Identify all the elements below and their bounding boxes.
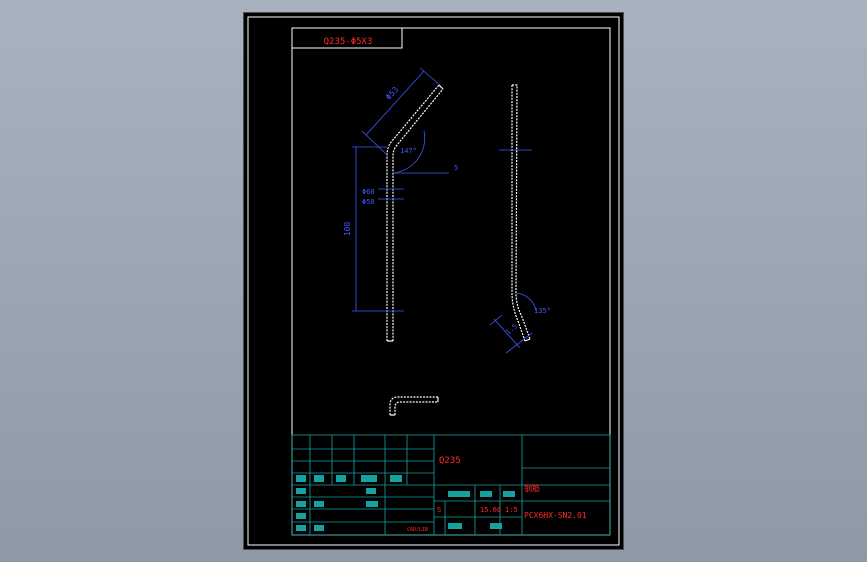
dim-width-a: Φ60 [362,188,375,196]
main-bar [386,84,444,342]
scale-cell-1: S [437,506,441,514]
dim-width-b: Φ50 [362,198,375,206]
dim-side-angle: 135° [534,307,551,315]
scale-cell-3: 15.60 [480,506,501,514]
title-block-glyphs [296,475,515,531]
material-text: Q235 [439,456,461,466]
part-label: Q235-Φ5X3 [324,37,373,47]
side-bar [511,84,531,342]
small-label-text: CAD/LIB [407,527,428,533]
dim-right-offset: 5 [454,164,458,172]
dim-side-small: 1.5 [504,322,519,336]
outer-border [247,16,620,546]
top-view-piece [389,396,439,416]
cad-drawing: Q235-Φ5X3 Φ53 147° 5 Φ60 Φ50 100 135° 1.… [247,16,620,546]
drawing-sheet: Q235-Φ5X3 Φ53 147° 5 Φ60 Φ50 100 135° 1.… [244,13,623,549]
title-block [291,434,611,536]
dim-vertical-length: 100 [343,222,352,237]
drawing-number-text: PCX6HX-SN2.01 [524,511,587,520]
dim-bend-angle: 147° [400,147,417,155]
part-name-text: 钢筋 [524,483,540,493]
scale-cell-4: 1:5 [505,506,518,514]
